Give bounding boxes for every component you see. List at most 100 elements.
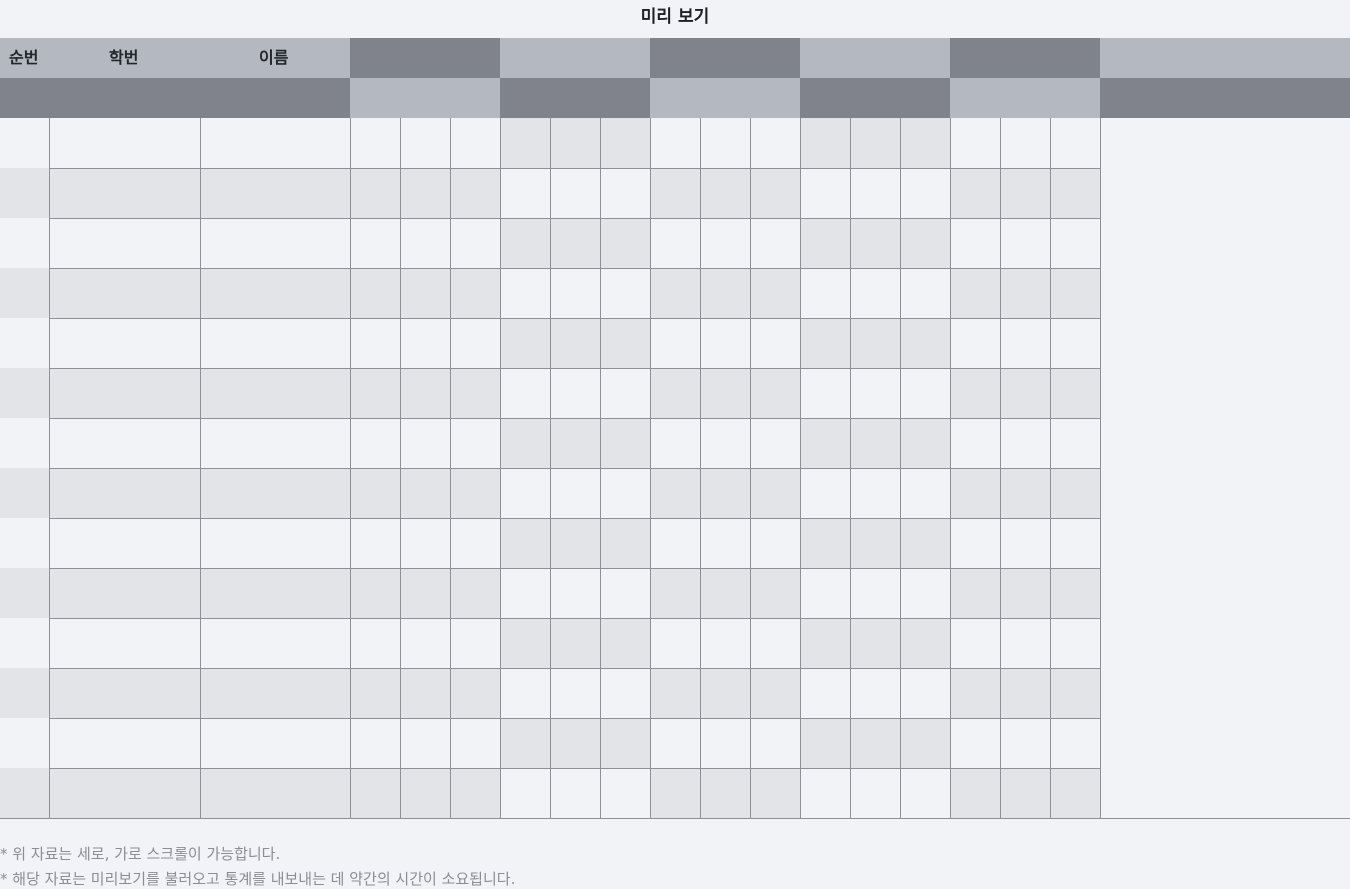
table-cell-seq <box>0 268 49 318</box>
table-cell-group-2-col-1 <box>500 168 550 218</box>
table-cell-student-id <box>49 718 200 768</box>
table-cell-group-2-col-3 <box>600 218 650 268</box>
table-cell-group-5-col-2 <box>1000 368 1050 418</box>
table-cell-seq <box>0 668 49 718</box>
table-cell-group-3-col-2 <box>700 368 750 418</box>
table-cell-group-1-col-1 <box>350 518 400 568</box>
table-cell-group-1-col-1 <box>350 118 400 168</box>
table-cell-group-5-col-1 <box>950 118 1000 168</box>
table-cell-group-3-col-3 <box>750 318 800 368</box>
table-cell-group-4-col-3 <box>900 568 950 618</box>
table-cell-group-1-col-2 <box>400 268 450 318</box>
table-right-border <box>1100 768 1101 818</box>
table-cell-group-1-col-1 <box>350 768 400 818</box>
table-cell-group-5-col-2 <box>1000 318 1050 368</box>
subheader-group-4 <box>800 78 950 118</box>
table-cell-group-5-col-1 <box>950 518 1000 568</box>
table-cell-group-1-col-3 <box>450 618 500 668</box>
table-cell-name <box>200 118 350 168</box>
table-cell-group-4-col-3 <box>900 218 950 268</box>
table-right-border <box>1100 418 1101 468</box>
data-grid[interactable] <box>0 118 1350 818</box>
table-cell-group-1-col-1 <box>350 718 400 768</box>
table-cell-group-2-col-1 <box>500 418 550 468</box>
table-cell-group-2-col-1 <box>500 768 550 818</box>
table-cell-group-5-col-3 <box>1050 768 1100 818</box>
table-cell-group-4-col-2 <box>850 318 900 368</box>
table-cell-group-1-col-3 <box>450 118 500 168</box>
table-cell-group-3-col-3 <box>750 368 800 418</box>
table-cell-group-5-col-1 <box>950 718 1000 768</box>
table-cell-group-1-col-1 <box>350 268 400 318</box>
header-group-2 <box>500 38 650 78</box>
table-cell-group-1-col-2 <box>400 318 450 368</box>
table-cell-group-2-col-2 <box>550 768 600 818</box>
table-cell-group-4-col-1 <box>800 568 850 618</box>
table-cell-group-2-col-1 <box>500 318 550 368</box>
table-cell-group-3-col-3 <box>750 418 800 468</box>
table-cell-group-5-col-2 <box>1000 468 1050 518</box>
table-cell-group-4-col-2 <box>850 568 900 618</box>
table-cell-group-4-col-2 <box>850 768 900 818</box>
table-row <box>0 118 1350 168</box>
table-cell-group-2-col-3 <box>600 118 650 168</box>
table-cell-group-3-col-2 <box>700 668 750 718</box>
table-cell-group-3-col-2 <box>700 568 750 618</box>
table-cell-group-4-col-1 <box>800 168 850 218</box>
table-cell-student-id <box>49 368 200 418</box>
table-cell-group-5-col-3 <box>1050 368 1100 418</box>
table-cell-group-2-col-2 <box>550 418 600 468</box>
table-cell-group-2-col-1 <box>500 468 550 518</box>
table-cell-group-5-col-2 <box>1000 168 1050 218</box>
table-row <box>0 618 1350 668</box>
table-cell-group-4-col-1 <box>800 318 850 368</box>
table-cell-group-3-col-1 <box>650 768 700 818</box>
table-cell-group-5-col-1 <box>950 468 1000 518</box>
table-cell-group-3-col-3 <box>750 568 800 618</box>
table-cell-seq <box>0 168 49 218</box>
table-right-border <box>1100 518 1101 568</box>
table-cell-group-3-col-1 <box>650 718 700 768</box>
table-row <box>0 168 1350 218</box>
table-cell-group-2-col-1 <box>500 618 550 668</box>
table-cell-group-5-col-1 <box>950 318 1000 368</box>
subheader-group-3 <box>650 78 800 118</box>
table-cell-group-2-col-2 <box>550 568 600 618</box>
table-cell-group-5-col-2 <box>1000 418 1050 468</box>
table-cell-group-4-col-1 <box>800 118 850 168</box>
table-cell-seq <box>0 318 49 368</box>
table-cell-group-3-col-3 <box>750 468 800 518</box>
table-cell-group-1-col-3 <box>450 768 500 818</box>
table-cell-group-5-col-1 <box>950 618 1000 668</box>
table-cell-name <box>200 718 350 768</box>
table-cell-seq <box>0 618 49 668</box>
table-cell-group-4-col-1 <box>800 618 850 668</box>
table-cell-group-3-col-1 <box>650 268 700 318</box>
table-cell-group-4-col-3 <box>900 768 950 818</box>
table-right-border <box>1100 618 1101 668</box>
table-cell-group-2-col-2 <box>550 618 600 668</box>
table-cell-group-2-col-3 <box>600 168 650 218</box>
table-cell-group-3-col-1 <box>650 618 700 668</box>
table-cell-group-4-col-3 <box>900 518 950 568</box>
subheader-group-extra <box>1100 78 1350 118</box>
table-cell-group-1-col-3 <box>450 568 500 618</box>
table-cell-student-id <box>49 118 200 168</box>
table-cell-group-2-col-3 <box>600 768 650 818</box>
table-cell-group-3-col-1 <box>650 368 700 418</box>
table-cell-group-4-col-3 <box>900 368 950 418</box>
table-cell-group-5-col-3 <box>1050 518 1100 568</box>
table-cell-student-id <box>49 618 200 668</box>
table-cell-group-3-col-3 <box>750 768 800 818</box>
table-cell-group-4-col-3 <box>900 268 950 318</box>
table-cell-group-1-col-2 <box>400 118 450 168</box>
table-cell-group-5-col-2 <box>1000 118 1050 168</box>
table-cell-group-2-col-2 <box>550 468 600 518</box>
table-cell-seq <box>0 768 49 818</box>
table-cell-group-4-col-2 <box>850 668 900 718</box>
table-cell-group-2-col-1 <box>500 218 550 268</box>
table-cell-group-2-col-2 <box>550 218 600 268</box>
table-cell-group-3-col-2 <box>700 418 750 468</box>
table-cell-student-id <box>49 468 200 518</box>
table-cell-group-4-col-2 <box>850 518 900 568</box>
